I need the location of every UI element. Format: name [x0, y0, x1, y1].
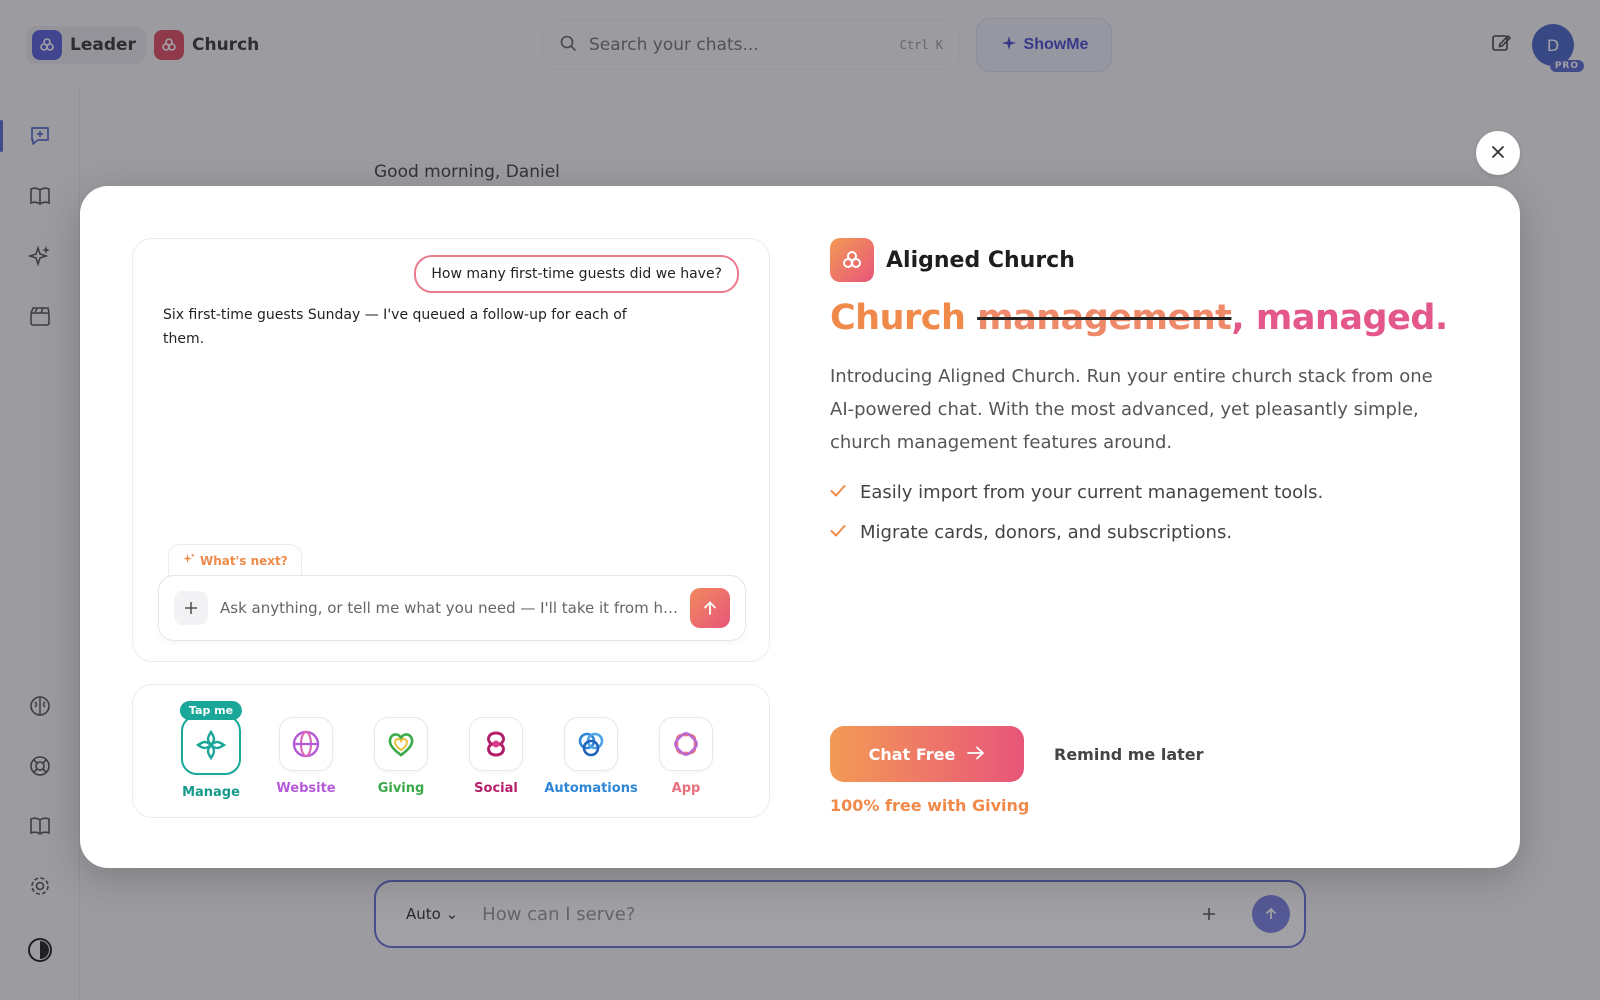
- assistant-message: Six first-time guests Sunday — I've queu…: [163, 307, 627, 347]
- bullet-text: Easily import from your current manageme…: [860, 481, 1324, 503]
- attach-plus-button[interactable]: [174, 591, 208, 625]
- automations-rings-icon: [564, 717, 618, 771]
- feature-label: Manage: [182, 785, 240, 800]
- headline-struck-word: management: [977, 298, 1232, 338]
- giving-heart-icon: [374, 717, 428, 771]
- feature-giving[interactable]: Giving: [353, 717, 449, 796]
- demo-send-button[interactable]: [690, 588, 730, 628]
- feature-label: App: [671, 781, 701, 796]
- feature-bullets: Easily import from your current manageme…: [830, 472, 1323, 552]
- headline: Church management, managed.: [830, 298, 1448, 338]
- sparkles-icon: [182, 553, 195, 569]
- app-flower-icon: [659, 717, 713, 771]
- feature-picker-card: Tap me Manage Website Giving Social Auto…: [132, 684, 770, 818]
- user-message-bubble: How many first-time guests did we have?: [414, 255, 739, 293]
- feature-automations[interactable]: Automations: [543, 717, 639, 796]
- chat-free-button[interactable]: Chat Free: [830, 726, 1024, 782]
- check-icon: [830, 522, 846, 543]
- headline-word-church: Church: [830, 298, 966, 338]
- intro-paragraph: Introducing Aligned Church. Run your ent…: [830, 366, 1433, 453]
- close-modal-button[interactable]: [1476, 131, 1520, 175]
- feature-label: Automations: [544, 781, 638, 796]
- feature-label: Giving: [377, 781, 425, 796]
- manage-icon: Tap me: [179, 701, 243, 775]
- feature-app[interactable]: App: [638, 717, 734, 796]
- brand-header: Aligned Church: [830, 238, 1075, 282]
- demo-chat-input[interactable]: Ask anything, or tell me what you need —…: [158, 575, 746, 641]
- bullet-item: Migrate cards, donors, and subscriptions…: [830, 512, 1323, 552]
- free-with-giving-note: 100% free with Giving: [830, 796, 1030, 815]
- demo-input-placeholder: Ask anything, or tell me what you need —…: [220, 599, 678, 617]
- feature-label: Social: [474, 781, 518, 796]
- feature-label: Website: [276, 781, 336, 796]
- chat-free-label: Chat Free: [868, 744, 956, 764]
- feature-website[interactable]: Website: [258, 717, 354, 796]
- aligned-church-promo-modal: How many first-time guests did we have? …: [80, 186, 1520, 868]
- tap-me-badge: Tap me: [179, 701, 243, 720]
- bullet-text: Migrate cards, donors, and subscriptions…: [860, 521, 1233, 543]
- check-icon: [830, 482, 846, 503]
- remind-me-later-button[interactable]: Remind me later: [1040, 726, 1218, 782]
- close-icon: [1491, 145, 1505, 162]
- feature-social[interactable]: Social: [448, 717, 544, 796]
- whats-next-label: What's next?: [200, 553, 288, 568]
- social-knot-icon: [469, 717, 523, 771]
- feature-manage[interactable]: Tap me Manage: [163, 701, 259, 800]
- bullet-item: Easily import from your current manageme…: [830, 472, 1323, 512]
- website-globe-icon: [279, 717, 333, 771]
- whats-next-tab[interactable]: What's next?: [168, 544, 302, 576]
- headline-managed: , managed.: [1231, 298, 1448, 338]
- aligned-church-logo-icon: [830, 238, 874, 282]
- arrow-right-icon: [967, 745, 985, 764]
- chat-demo-card: How many first-time guests did we have? …: [132, 238, 770, 662]
- brand-name: Aligned Church: [886, 247, 1075, 273]
